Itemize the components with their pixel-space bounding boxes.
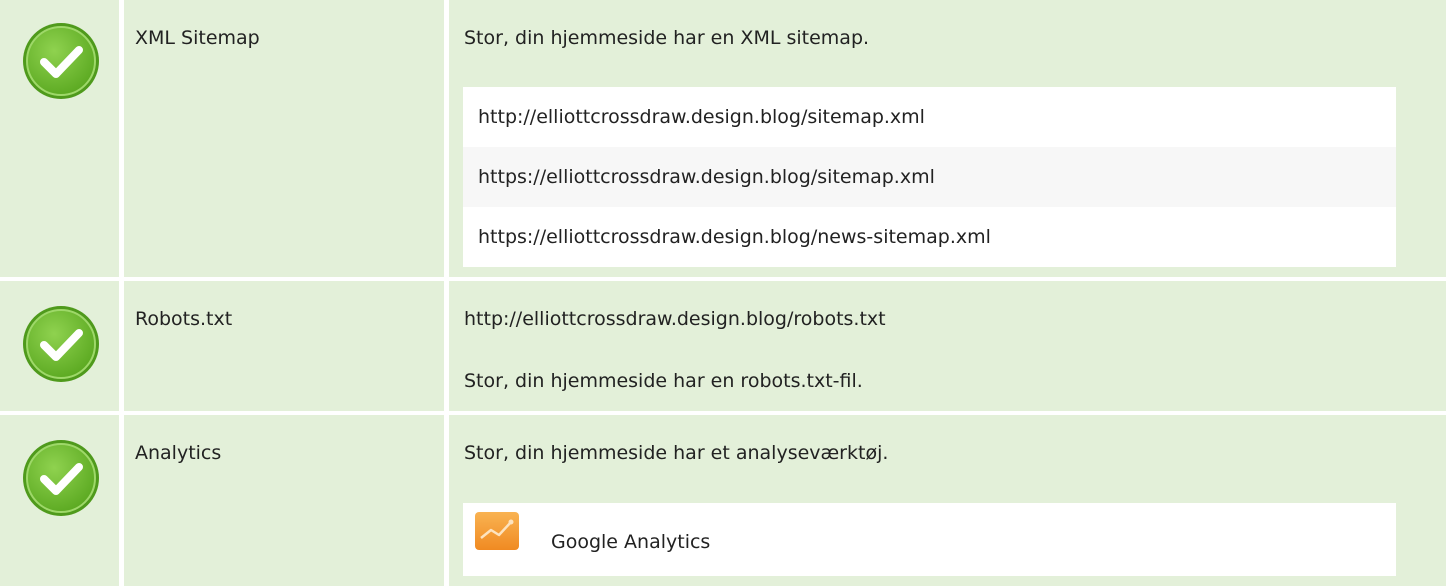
check-message: Stor, din hjemmeside har en XML sitemap. — [464, 27, 870, 49]
status-cell — [0, 281, 119, 411]
status-cell — [0, 415, 119, 586]
google-analytics-logo-icon — [475, 512, 519, 550]
check-circle-icon — [23, 23, 99, 99]
check-result-cell: Stor, din hjemmeside har et analyseværkt… — [449, 415, 1446, 586]
check-label-cell: XML Sitemap — [124, 0, 444, 277]
check-title: Robots.txt — [135, 308, 233, 330]
list-item: Google Analytics — [463, 503, 1396, 576]
status-cell — [0, 0, 119, 277]
check-message: Stor, din hjemmeside har en robots.txt-f… — [464, 370, 863, 392]
sitemap-url: http://elliottcrossdraw.design.blog/site… — [478, 106, 925, 128]
check-result-cell: Stor, din hjemmeside har en XML sitemap.… — [449, 0, 1446, 277]
robots-url[interactable]: http://elliottcrossdraw.design.blog/robo… — [464, 306, 886, 332]
list-item: https://elliottcrossdraw.design.blog/new… — [463, 207, 1396, 267]
check-row-xml-sitemap: XML Sitemap Stor, din hjemmeside har en … — [0, 0, 1446, 277]
analytics-tool-list: Google Analytics — [463, 503, 1396, 576]
seo-check-table: XML Sitemap Stor, din hjemmeside har en … — [0, 0, 1446, 586]
check-title: Analytics — [135, 442, 222, 464]
sitemap-url: https://elliottcrossdraw.design.blog/sit… — [478, 166, 935, 188]
check-circle-icon — [23, 440, 99, 516]
check-label-cell: Analytics — [124, 415, 444, 586]
check-title: XML Sitemap — [135, 27, 260, 49]
list-item: http://elliottcrossdraw.design.blog/site… — [463, 87, 1396, 147]
list-item: https://elliottcrossdraw.design.blog/sit… — [463, 147, 1396, 207]
sitemap-url: https://elliottcrossdraw.design.blog/new… — [478, 226, 991, 248]
check-circle-icon — [23, 306, 99, 382]
sitemap-url-list: http://elliottcrossdraw.design.blog/site… — [463, 87, 1396, 267]
check-message: Stor, din hjemmeside har et analyseværkt… — [464, 442, 889, 464]
check-label-cell: Robots.txt — [124, 281, 444, 411]
check-result-cell: http://elliottcrossdraw.design.blog/robo… — [449, 281, 1446, 411]
check-row-robots-txt: Robots.txt http://elliottcrossdraw.desig… — [0, 281, 1446, 411]
analytics-tool-name: Google Analytics — [551, 531, 711, 553]
check-row-analytics: Analytics Stor, din hjemmeside har et an… — [0, 415, 1446, 586]
